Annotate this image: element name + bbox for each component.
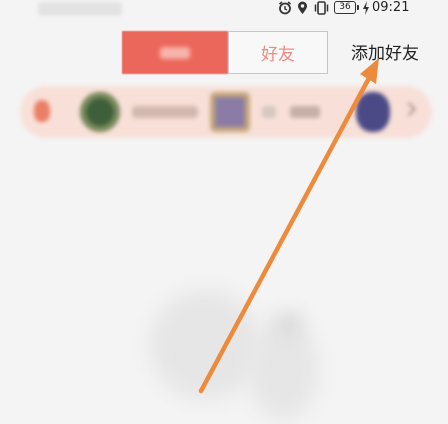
annotation-arrow <box>198 58 379 394</box>
